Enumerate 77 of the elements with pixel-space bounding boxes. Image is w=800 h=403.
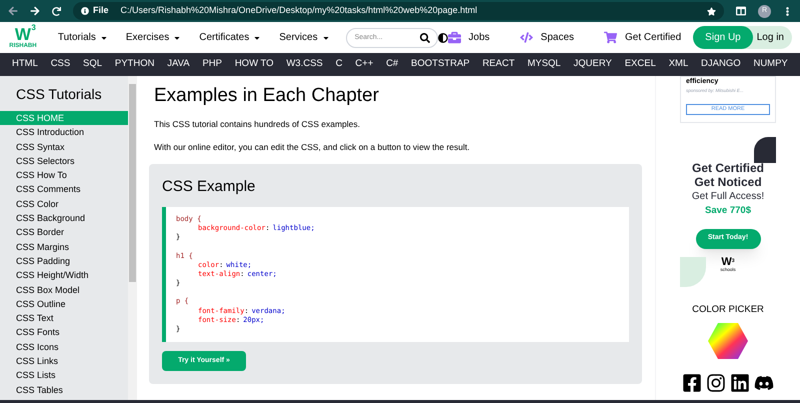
- sidebar-title: CSS Tutorials: [15, 85, 103, 104]
- topic-link[interactable]: C#: [386, 57, 398, 72]
- sidebar-link[interactable]: CSS Comments: [0, 182, 128, 197]
- briefcase-icon: [448, 31, 461, 44]
- paragraph: This CSS tutorial contains hundreds of CSS examples.: [154, 118, 361, 131]
- cart-icon: [604, 31, 618, 44]
- topic-link[interactable]: SQL: [83, 57, 102, 72]
- nav-menu[interactable]: Exercises: [126, 30, 182, 45]
- sidebar-link[interactable]: CSS Introduction: [0, 125, 128, 140]
- promo-heading: Get Certified: [692, 161, 764, 176]
- topic-link[interactable]: XML: [668, 57, 688, 72]
- sidebar-link[interactable]: CSS Links: [0, 354, 128, 368]
- topic-link[interactable]: HOW TO: [234, 57, 274, 72]
- topic-link[interactable]: MYSQL: [527, 57, 561, 72]
- sidebar-link[interactable]: CSS How To: [0, 168, 128, 182]
- topic-link[interactable]: JAVA: [167, 57, 190, 72]
- sidebar-link[interactable]: CSS Box Model: [0, 282, 128, 297]
- topic-link[interactable]: DJANGO: [701, 57, 741, 72]
- topic-link[interactable]: NUMPY: [753, 57, 788, 72]
- address-bar[interactable]: File C:/Users/Rishabh%20Mishra/OneDrive/Desktop/my%20tasks/html%20web%20page.html: [73, 2, 724, 20]
- topic-link[interactable]: PHP: [202, 57, 222, 72]
- sidebar-link[interactable]: CSS Background: [0, 211, 128, 226]
- header-link[interactable]: Jobs: [448, 30, 490, 45]
- topic-link[interactable]: PYTHON: [114, 57, 154, 72]
- nav-menu[interactable]: Tutorials: [58, 30, 108, 45]
- sidebar-link[interactable]: CSS Color: [0, 196, 128, 212]
- promo-text: Get Full Access!: [692, 190, 764, 204]
- topic-link[interactable]: CSS: [50, 57, 70, 72]
- sidebar-link[interactable]: CSS Tables: [0, 382, 128, 397]
- header-link[interactable]: Get Certified: [604, 30, 682, 45]
- scrollbar[interactable]: [128, 76, 137, 400]
- sidebar-link[interactable]: CSS Height/Width: [0, 268, 128, 283]
- topic-link[interactable]: C: [336, 57, 342, 72]
- sidebar-link[interactable]: CSS Fonts: [0, 325, 128, 340]
- sidebar-link[interactable]: CSS Lists: [0, 368, 128, 383]
- topic-link[interactable]: REACT: [482, 57, 515, 72]
- code-icon: [520, 31, 533, 44]
- sidebar-link[interactable]: CSS Selectors: [0, 154, 128, 168]
- topic-link[interactable]: W3.CSS: [286, 57, 323, 72]
- sidebar-link[interactable]: CSS Border: [0, 225, 128, 240]
- forward-icon[interactable]: [30, 6, 40, 16]
- nav-menu[interactable]: Certificates: [199, 30, 262, 45]
- theme-toggle-icon[interactable]: [438, 32, 448, 44]
- sidebar-link[interactable]: CSS Margins: [0, 240, 128, 254]
- log-in-button[interactable]: Log in: [752, 26, 792, 49]
- color-hexagon-icon[interactable]: [708, 322, 748, 359]
- back-icon[interactable]: [8, 6, 18, 16]
- sidebar-link[interactable]: CSS Icons: [0, 340, 128, 354]
- reload-icon[interactable]: [52, 6, 61, 16]
- sidebar-link[interactable]: CSS Syntax: [0, 140, 128, 154]
- topic-link[interactable]: C++: [355, 57, 374, 72]
- site-label: File: [93, 4, 109, 18]
- topic-link[interactable]: BOOTSTRAP: [411, 57, 470, 72]
- sidebar-link[interactable]: CSS Padding: [0, 254, 128, 268]
- side-panel-icon[interactable]: [736, 6, 746, 16]
- nav-menu[interactable]: Services: [279, 30, 330, 45]
- example-title: CSS Example: [162, 176, 256, 196]
- promo-heading: Get Noticed: [694, 175, 762, 190]
- sidebar-link[interactable]: CSS Text: [0, 311, 128, 326]
- star-icon[interactable]: [707, 6, 716, 16]
- topic-link[interactable]: EXCEL: [624, 57, 656, 72]
- page-heading: Examples in Each Chapter: [154, 84, 380, 108]
- search-icon[interactable]: [420, 32, 430, 42]
- paragraph: With our online editor, you can edit the CSS, and click on a button to view the result.: [154, 140, 471, 154]
- facebook-icon[interactable]: [682, 372, 702, 393]
- corner-shape: [754, 137, 776, 164]
- promo-offer: Save 770$: [705, 204, 751, 218]
- url-text: C:/Users/Rishabh%20Mishra/OneDrive/Desktop/my%20tasks/html%20web%20page.html: [120, 4, 478, 18]
- sidebar-link[interactable]: CSS Outline: [0, 296, 128, 312]
- instagram-icon[interactable]: [706, 372, 726, 393]
- topic-link[interactable]: HTML: [12, 57, 38, 72]
- color-picker-label: COLOR PICKER: [692, 302, 764, 316]
- topic-link[interactable]: JQUERY: [574, 57, 612, 72]
- header-link[interactable]: Spaces: [520, 30, 574, 45]
- corner-shape: [680, 256, 706, 286]
- linkedin-icon[interactable]: [730, 372, 750, 393]
- info-icon: [81, 7, 89, 15]
